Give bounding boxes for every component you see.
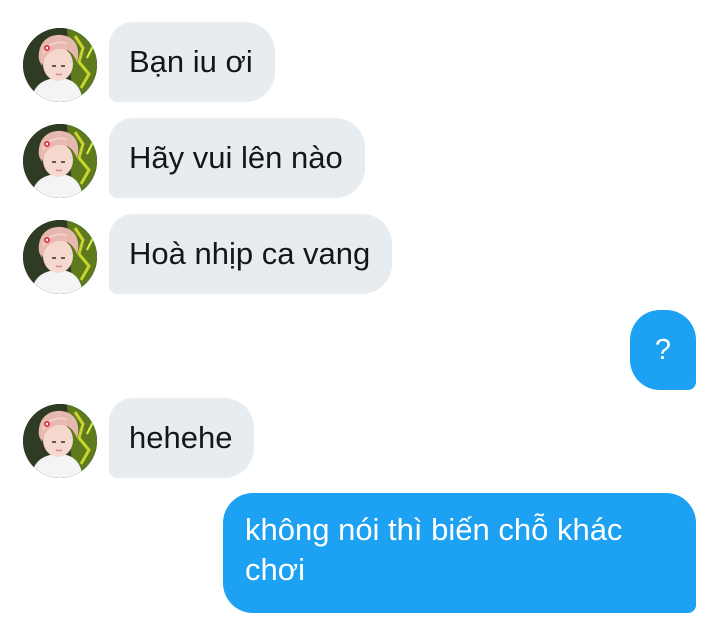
user-avatar[interactable] bbox=[23, 404, 97, 478]
outgoing-message-bubble[interactable]: không nói thì biến chỗ khác chơi bbox=[223, 493, 696, 613]
user-avatar-image bbox=[23, 404, 97, 478]
user-avatar-image bbox=[23, 124, 97, 198]
user-avatar-image bbox=[23, 220, 97, 294]
message-text: hehehe bbox=[129, 420, 233, 455]
user-avatar[interactable] bbox=[23, 124, 97, 198]
user-avatar[interactable] bbox=[23, 28, 97, 102]
user-avatar[interactable] bbox=[23, 220, 97, 294]
message-text: Hãy vui lên nào bbox=[129, 140, 343, 175]
incoming-message-bubble[interactable]: Bạn iu ơi bbox=[109, 22, 275, 102]
message-text: Hoà nhịp ca vang bbox=[129, 236, 371, 271]
incoming-message-bubble[interactable]: Hãy vui lên nào bbox=[109, 118, 365, 198]
user-avatar-image bbox=[23, 28, 97, 102]
message-text: ? bbox=[654, 334, 672, 366]
outgoing-message-bubble[interactable]: ? bbox=[630, 310, 696, 390]
incoming-message-bubble[interactable]: hehehe bbox=[109, 398, 255, 478]
incoming-message-bubble[interactable]: Hoà nhịp ca vang bbox=[109, 214, 393, 294]
chat-thread: Bạn iu ơi Hãy vui lên nào Hoà nhịp ca va… bbox=[0, 0, 719, 619]
message-text: Bạn iu ơi bbox=[129, 44, 253, 79]
message-text: không nói thì biến chỗ khác chơi bbox=[245, 512, 623, 587]
